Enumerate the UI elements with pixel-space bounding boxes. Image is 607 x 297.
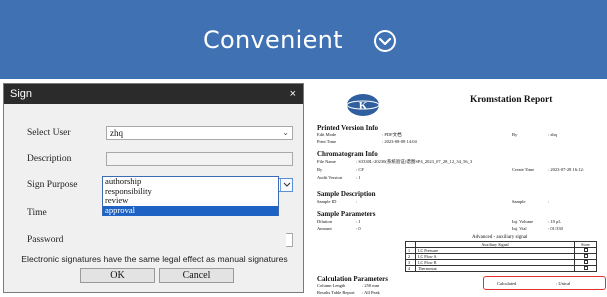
description-label: Description: [27, 154, 72, 164]
sign-purpose-dropdown-button[interactable]: [280, 179, 292, 191]
dialog-title: Sign: [10, 88, 33, 100]
sample-value: :: [548, 199, 550, 204]
row-edit-mode: Edit Mode: [317, 132, 337, 137]
inj-volume-value: : 10 μL: [548, 219, 562, 224]
calculated-value: : Unical: [556, 281, 571, 286]
edit-mode-value: : PDF文档: [382, 132, 402, 137]
chevron-down-icon: ⌄: [282, 128, 289, 137]
ok-button[interactable]: OK: [80, 268, 155, 283]
sign-purpose-label: Sign Purpose: [27, 180, 78, 190]
close-icon[interactable]: ×: [290, 84, 296, 104]
audit-version-value: : 1: [356, 175, 361, 180]
table-row: 4 Thermostat: [405, 265, 597, 272]
printed-by-label: By: [512, 132, 518, 137]
chevron-down-icon: [283, 182, 291, 187]
sample-id-label: Sample ID: [317, 199, 337, 204]
description-field[interactable]: [106, 152, 293, 166]
banner: Convenient: [0, 0, 607, 79]
password-field[interactable]: [286, 233, 293, 247]
password-label: Password: [27, 235, 64, 245]
dilution-label: Dilution: [317, 219, 333, 224]
printed-by-value: : zhq: [548, 132, 557, 137]
select-user-label: Select User: [27, 128, 71, 138]
cancel-button[interactable]: Cancel: [159, 268, 234, 283]
sign-purpose-dropdown-list: authorship responsibility review approva…: [102, 176, 279, 216]
store-checkbox[interactable]: [583, 260, 588, 264]
report-preview: K Kromstation Report Printed Version Inf…: [312, 83, 607, 297]
calculated-label: Calculated: [497, 281, 517, 286]
section-sample-description: Sample Description: [317, 190, 376, 198]
select-user-combo[interactable]: zhq ⌄: [106, 126, 293, 140]
aux-signal-table: Auxiliary Signal Store 1 LC Pressure 2 LC …: [405, 241, 597, 272]
section-sample-parameters: Sample Parameters: [317, 210, 376, 218]
audit-version-label: Audit Version: [317, 175, 343, 180]
aux-table-title: Advanced - auxiliary signal: [472, 235, 528, 240]
inj-volume-label: Inj. Volume: [512, 219, 534, 224]
option-approval[interactable]: approval: [103, 205, 278, 216]
row-print-time: Print Time: [317, 139, 337, 144]
file-name-label: File Name: [317, 159, 336, 164]
legal-note: Electronic signatures have the same lega…: [21, 254, 288, 264]
store-checkbox[interactable]: [583, 266, 588, 270]
kromstation-logo: K: [346, 94, 380, 116]
banner-title: Convenient: [203, 26, 343, 54]
report-title: Kromstation Report: [470, 95, 553, 105]
amount-label: Amount: [317, 226, 332, 231]
column-length-label: Column Length: [317, 283, 346, 288]
select-user-value: zhq: [110, 128, 123, 138]
section-chromatogram: Chromatogram Info: [317, 150, 378, 158]
chrom-by-label: By: [317, 167, 323, 172]
store-checkbox[interactable]: [583, 248, 588, 252]
dilution-value: : 1: [356, 219, 361, 224]
inj-vial-label: Inj. Vial: [512, 226, 527, 231]
time-label: Time: [27, 208, 47, 218]
chevron-down-circle-icon: [374, 30, 396, 52]
create-time-label: Create Time: [512, 167, 535, 172]
dialog-titlebar: Sign ×: [4, 84, 303, 104]
option-responsibility[interactable]: responsibility: [103, 186, 278, 197]
create-time-value: : 2023-07-28 16:12:: [548, 167, 585, 172]
column-length-value: : 250 mm: [362, 283, 380, 288]
results-table-value: : All Peak: [362, 290, 380, 295]
store-checkbox[interactable]: [583, 254, 588, 258]
sample-id-value: :: [356, 199, 358, 204]
sample-label: Sample: [512, 199, 526, 204]
results-table-label: Results Table Report: [317, 290, 355, 295]
svg-text:K: K: [359, 100, 368, 112]
print-time-value: : 2023-08-08 14:04: [382, 139, 417, 144]
section-printed: Printed Version Info: [317, 124, 379, 132]
inj-vial-value: : 01/330: [548, 226, 563, 231]
chrom-by-value: : CF: [356, 167, 364, 172]
section-calculation-parameters: Calculation Parameters: [317, 275, 388, 283]
amount-value: : 0: [356, 226, 361, 231]
file-name-value: : S3330L-20230(系统验证)谱图SP4_2023_07_28_12_…: [356, 159, 473, 164]
